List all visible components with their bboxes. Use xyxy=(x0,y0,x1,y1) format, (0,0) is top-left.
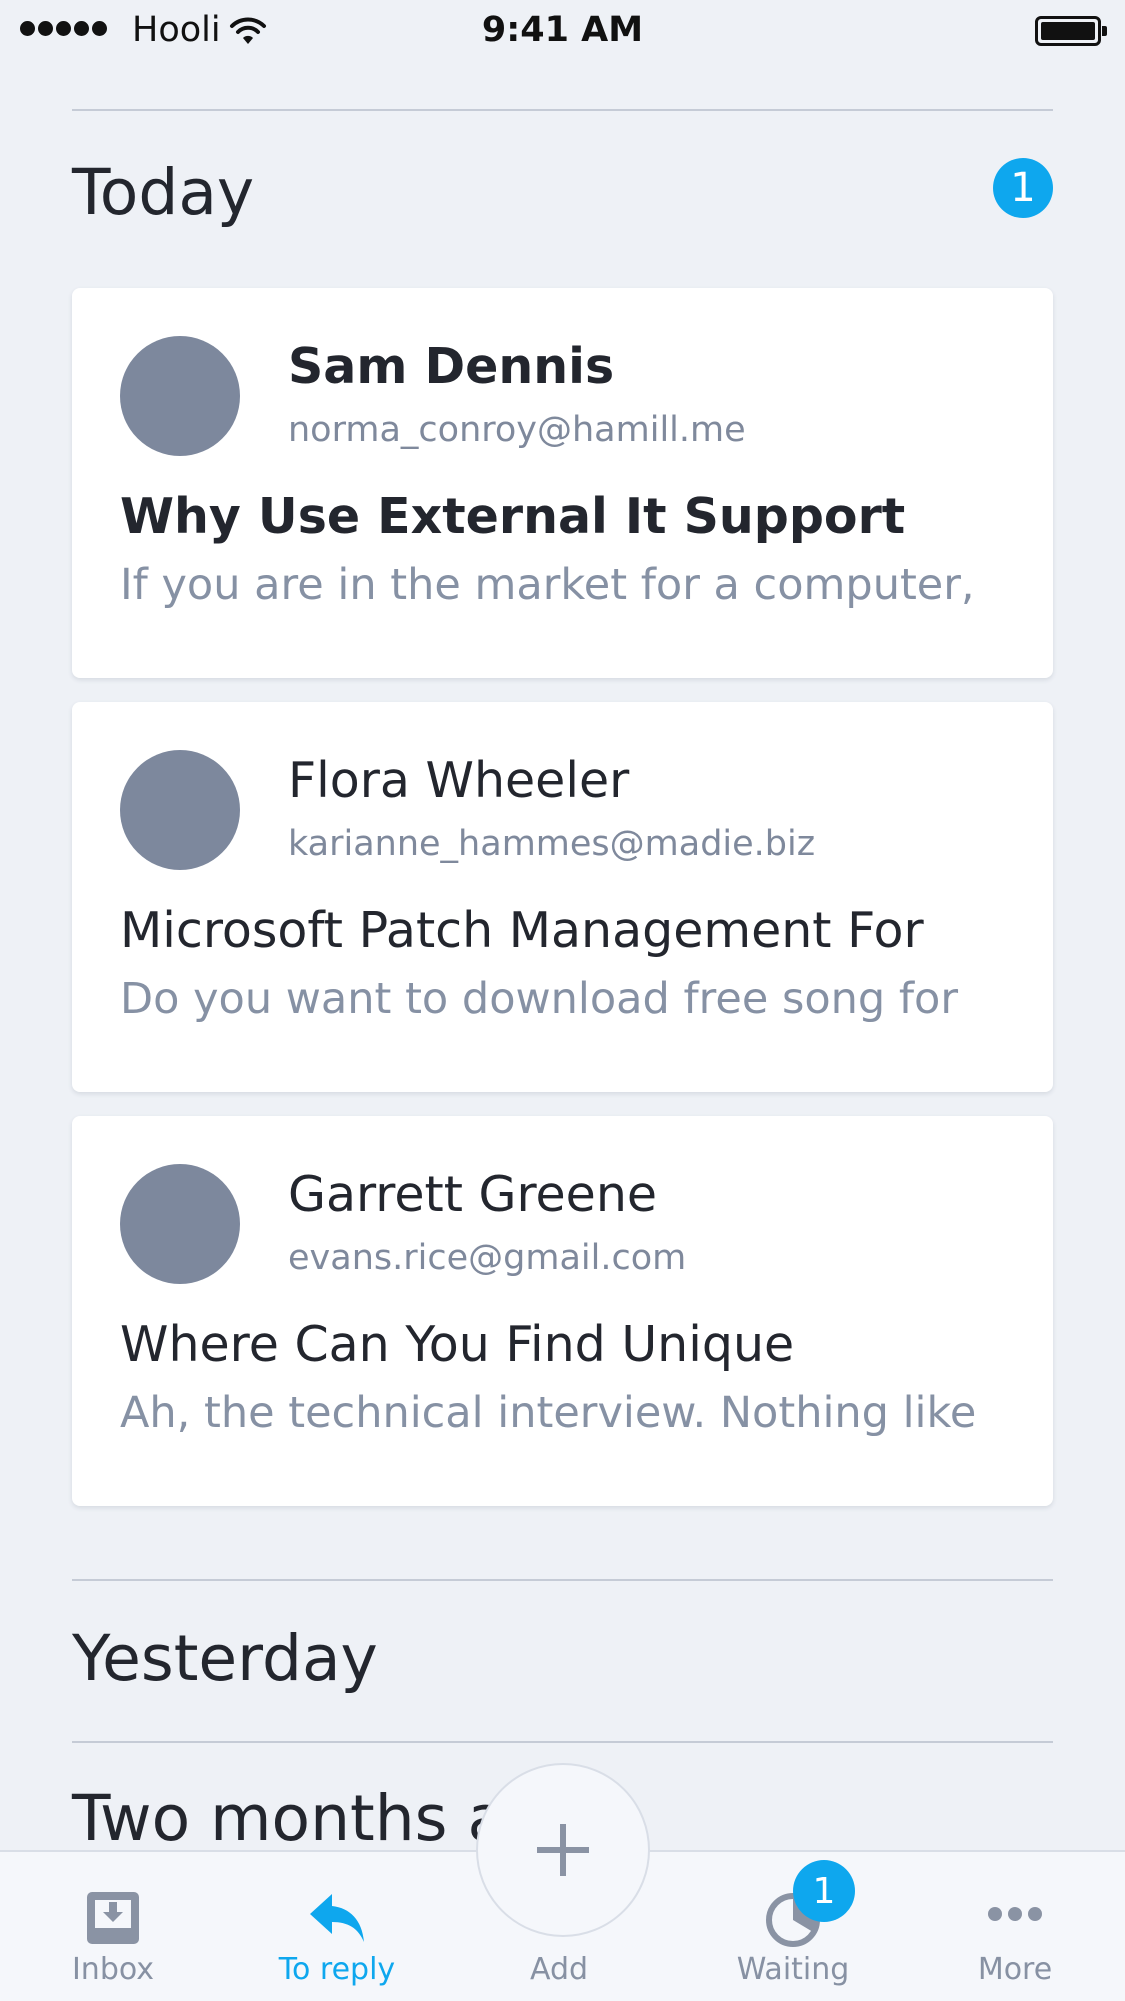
tab-inbox[interactable]: Inbox xyxy=(23,1852,203,2001)
add-button[interactable] xyxy=(476,1763,650,1937)
avatar xyxy=(120,336,240,456)
sender-email: norma_conroy@hamill.me xyxy=(288,410,746,450)
plus-icon xyxy=(537,1824,589,1876)
message-subject: Where Can You Find Unique xyxy=(120,1316,795,1373)
tab-waiting[interactable]: Waiting xyxy=(703,1852,883,2001)
reply-icon xyxy=(310,1894,364,1942)
sender-email: evans.rice@gmail.com xyxy=(288,1238,687,1278)
tab-label-waiting: Waiting xyxy=(736,1952,850,1987)
tab-label-inbox: Inbox xyxy=(71,1952,155,1987)
status-time: 9:41 AM xyxy=(481,10,644,50)
section-divider xyxy=(72,109,1053,111)
message-subject: Microsoft Patch Management For xyxy=(120,902,924,959)
message-preview: Ah, the technical interview. Nothing lik… xyxy=(120,1388,977,1438)
section-title-yesterday: Yesterday xyxy=(72,1622,378,1695)
more-icon xyxy=(988,1907,1042,1921)
tab-to-reply[interactable]: To reply xyxy=(247,1852,427,2001)
message-subject: Why Use External It Support xyxy=(120,488,906,545)
today-count-badge: 1 xyxy=(993,158,1053,218)
status-bar: Hooli 9:41 AM xyxy=(0,0,1125,60)
message-preview: If you are in the market for a computer, xyxy=(120,560,975,610)
tab-label-add: Add xyxy=(529,1952,589,1987)
waiting-count-badge: 1 xyxy=(793,1860,855,1922)
section-divider xyxy=(72,1741,1053,1743)
tab-label-more: More xyxy=(977,1952,1053,1987)
message-card[interactable]: Sam Dennis norma_conroy@hamill.me Why Us… xyxy=(72,288,1053,678)
sender-name: Garrett Greene xyxy=(288,1166,658,1223)
section-title-today: Today xyxy=(72,156,255,229)
sender-name: Flora Wheeler xyxy=(288,752,630,809)
message-card[interactable]: Garrett Greene evans.rice@gmail.com Wher… xyxy=(72,1116,1053,1506)
tab-more[interactable]: More xyxy=(925,1852,1105,2001)
message-card[interactable]: Flora Wheeler karianne_hammes@madie.biz … xyxy=(72,702,1053,1092)
battery-icon xyxy=(1035,16,1107,46)
inbox-icon xyxy=(87,1892,139,1944)
avatar xyxy=(120,1164,240,1284)
section-divider xyxy=(72,1579,1053,1581)
tab-label-to-reply: To reply xyxy=(278,1952,396,1987)
sender-email: karianne_hammes@madie.biz xyxy=(288,824,816,864)
message-preview: Do you want to download free song for xyxy=(120,974,958,1024)
sender-name: Sam Dennis xyxy=(288,338,615,395)
avatar xyxy=(120,750,240,870)
